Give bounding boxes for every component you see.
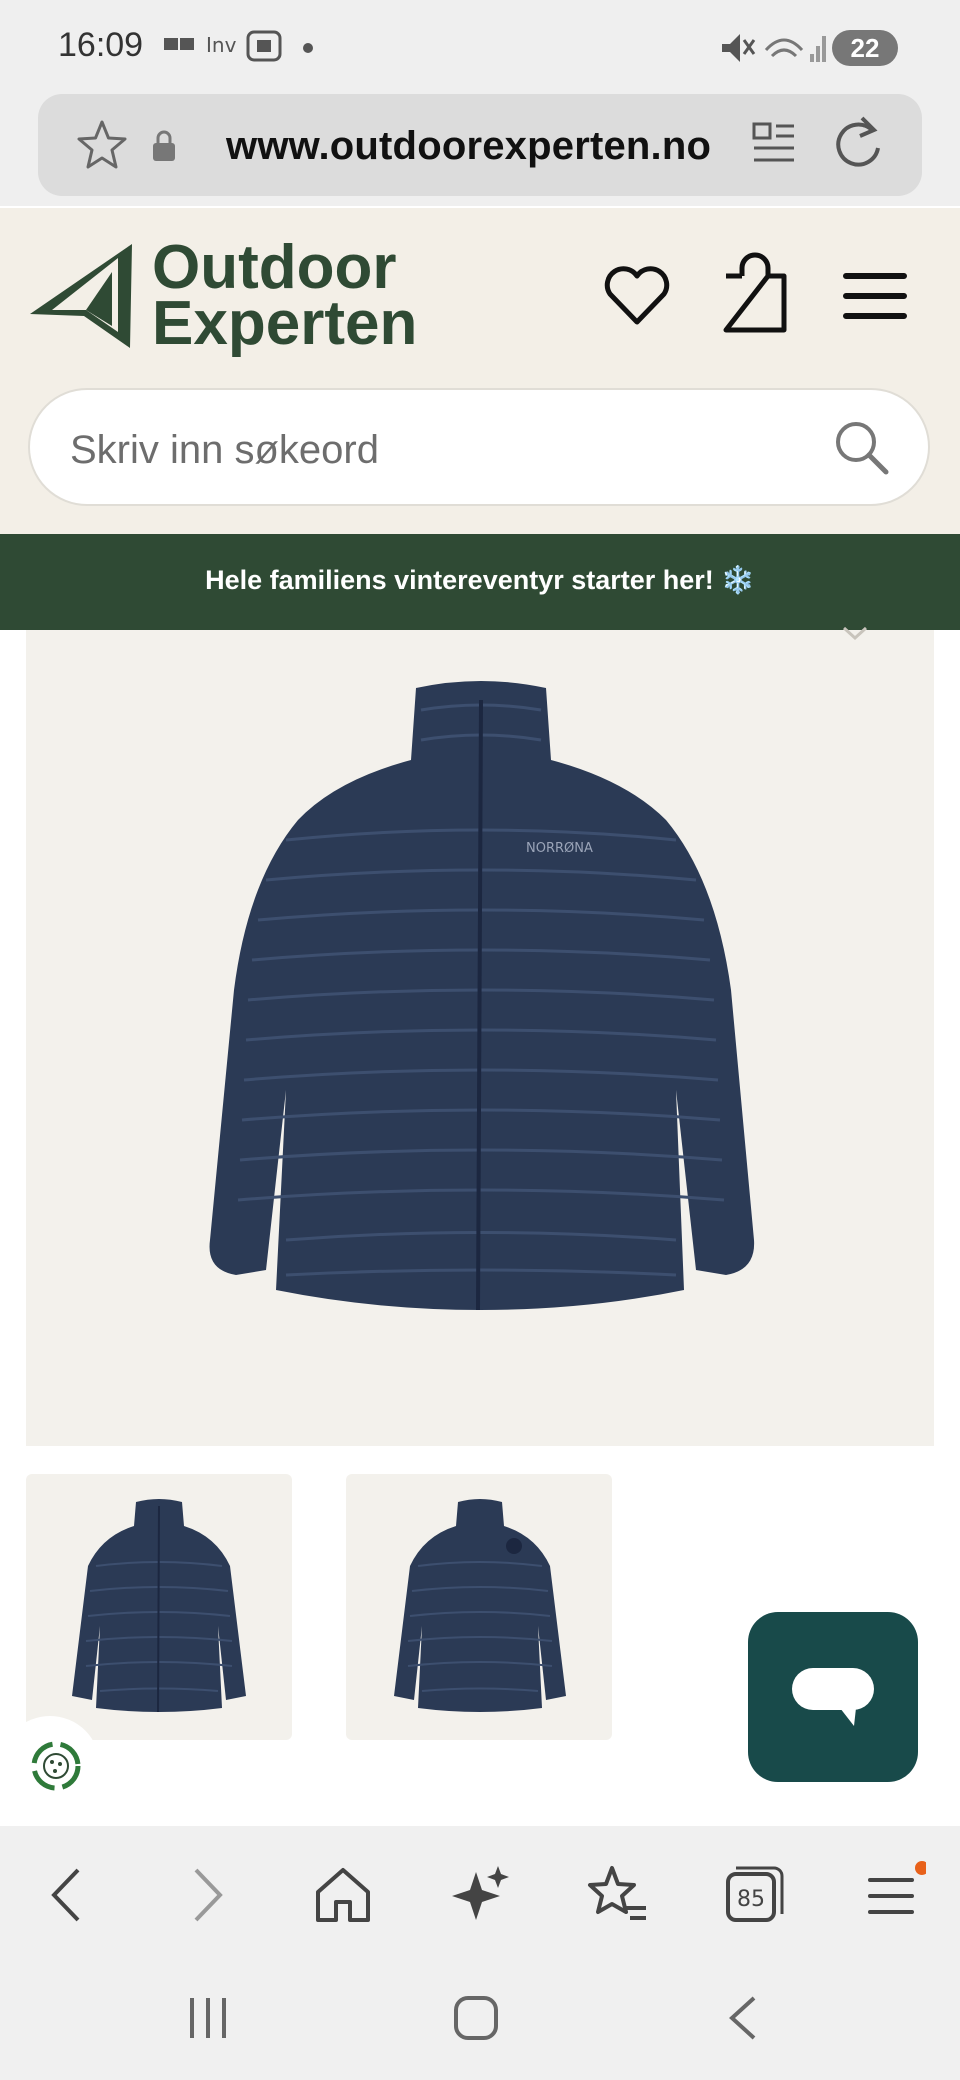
brand-mark: NORRØNA bbox=[526, 841, 593, 856]
chevron-down-icon[interactable] bbox=[840, 626, 870, 642]
battery-indicator: 22 bbox=[832, 30, 898, 66]
reload-icon[interactable] bbox=[832, 114, 886, 174]
svg-text:Inv: Inv bbox=[206, 33, 237, 57]
heart-wishlist-icon[interactable] bbox=[602, 264, 672, 328]
search-icon[interactable] bbox=[832, 418, 890, 476]
status-system-icons bbox=[722, 34, 826, 62]
notification-dot bbox=[915, 1861, 926, 1875]
status-notification-icons: Inv bbox=[164, 30, 313, 62]
eco-badge-icon[interactable] bbox=[0, 1710, 110, 1820]
url-text[interactable]: www.outdoorexperten.no bbox=[226, 124, 711, 169]
system-back-icon[interactable] bbox=[724, 1994, 764, 2044]
logo-line-1: Outdoor bbox=[152, 233, 397, 302]
back-arrow-icon[interactable] bbox=[32, 1860, 102, 1930]
ai-sparkle-icon[interactable] bbox=[446, 1860, 516, 1930]
system-home-icon[interactable] bbox=[452, 1994, 502, 2044]
tab-count: 85 bbox=[737, 1887, 765, 1912]
chat-bubble-icon bbox=[792, 1668, 874, 1726]
forward-arrow-icon[interactable] bbox=[172, 1860, 242, 1930]
jacket-thumbnail-back-image bbox=[394, 1499, 566, 1712]
home-icon[interactable] bbox=[308, 1860, 378, 1930]
reader-mode-icon[interactable] bbox=[752, 120, 796, 168]
recent-apps-icon[interactable] bbox=[186, 1994, 232, 2044]
lock-icon[interactable] bbox=[150, 128, 178, 164]
logo-line-2: Experten bbox=[152, 289, 418, 358]
hamburger-menu-icon[interactable] bbox=[842, 270, 908, 322]
browser-menu-icon[interactable] bbox=[856, 1860, 926, 1930]
bookmarks-icon[interactable] bbox=[582, 1860, 652, 1930]
logo-wordmark[interactable]: Outdoor Experten bbox=[152, 233, 418, 358]
search-placeholder: Skriv inn søkeord bbox=[70, 428, 379, 472]
tabs-icon[interactable]: 85 bbox=[718, 1860, 788, 1930]
status-time: 16:09 bbox=[58, 26, 144, 64]
jacket-front-image: NORRØNA bbox=[209, 681, 755, 1311]
jacket-thumbnail-front-image bbox=[72, 1499, 246, 1713]
outdoorexperten-logo-icon[interactable] bbox=[26, 240, 138, 352]
bookmark-star-icon[interactable] bbox=[74, 118, 130, 174]
promo-banner-text: Hele familiens vintereventyr starter her… bbox=[205, 565, 755, 595]
shopping-bag-icon[interactable] bbox=[720, 252, 790, 334]
